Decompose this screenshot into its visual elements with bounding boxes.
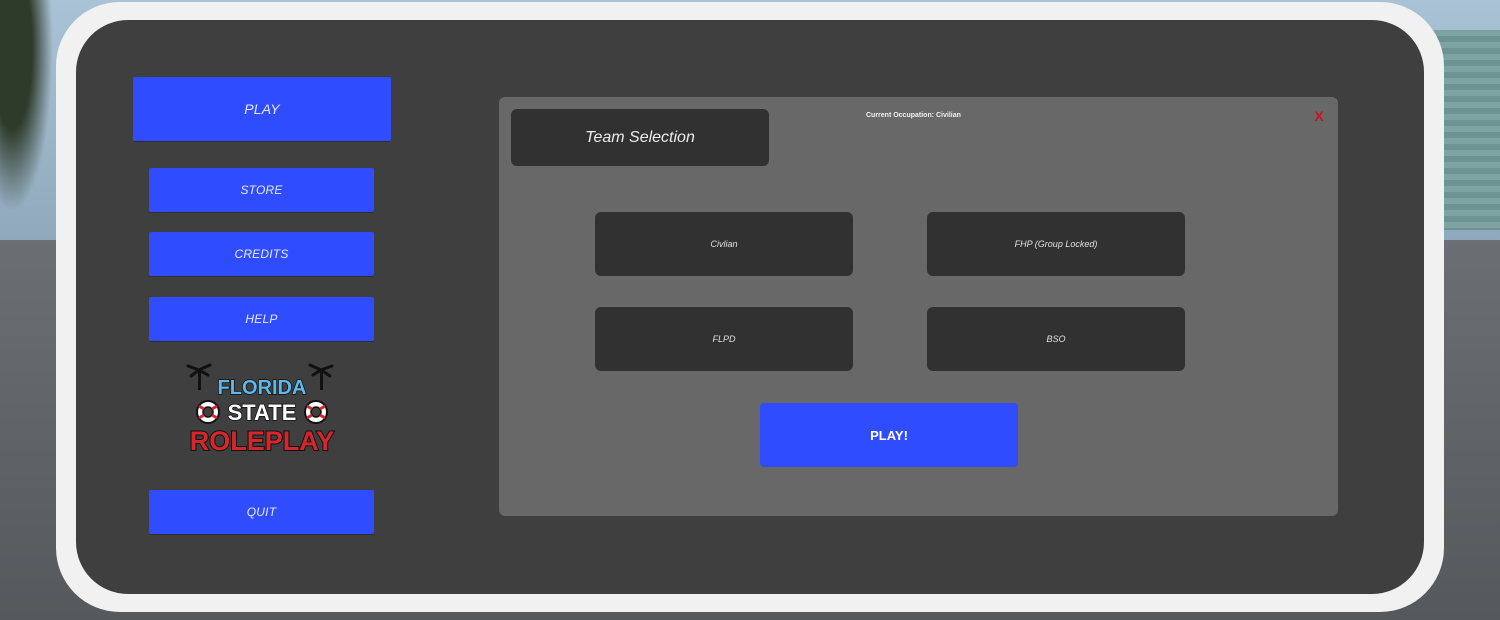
logo-line-roleplay: ROLEPLAY [190,426,335,456]
background-palm [0,0,60,240]
play-button[interactable]: PLAY [133,77,391,141]
team-fhp-button[interactable]: FHP (Group Locked) [927,212,1185,276]
team-civilian-button[interactable]: Civlian [595,212,853,276]
florida-state-roleplay-logo: FLORIDA STATE ROLEPLAY [186,363,335,457]
team-selection-title: Team Selection [511,109,769,166]
logo-line-florida: FLORIDA [218,377,307,399]
logo-line-state: STATE [228,400,297,425]
close-button[interactable]: X [1312,108,1326,124]
store-button[interactable]: STORE [149,168,374,212]
palm-tree-icon [308,363,334,390]
life-ring-icon [196,400,220,424]
confirm-play-button[interactable]: PLAY! [760,403,1018,467]
credits-button[interactable]: CREDITS [149,232,374,276]
life-ring-icon [304,400,328,424]
team-flpd-button[interactable]: FLPD [595,307,853,371]
palm-tree-icon [186,363,212,390]
quit-button[interactable]: QUIT [149,490,374,534]
help-button[interactable]: HELP [149,297,374,341]
team-bso-button[interactable]: BSO [927,307,1185,371]
current-occupation-label: Current Occupation: Civilian [866,112,961,119]
